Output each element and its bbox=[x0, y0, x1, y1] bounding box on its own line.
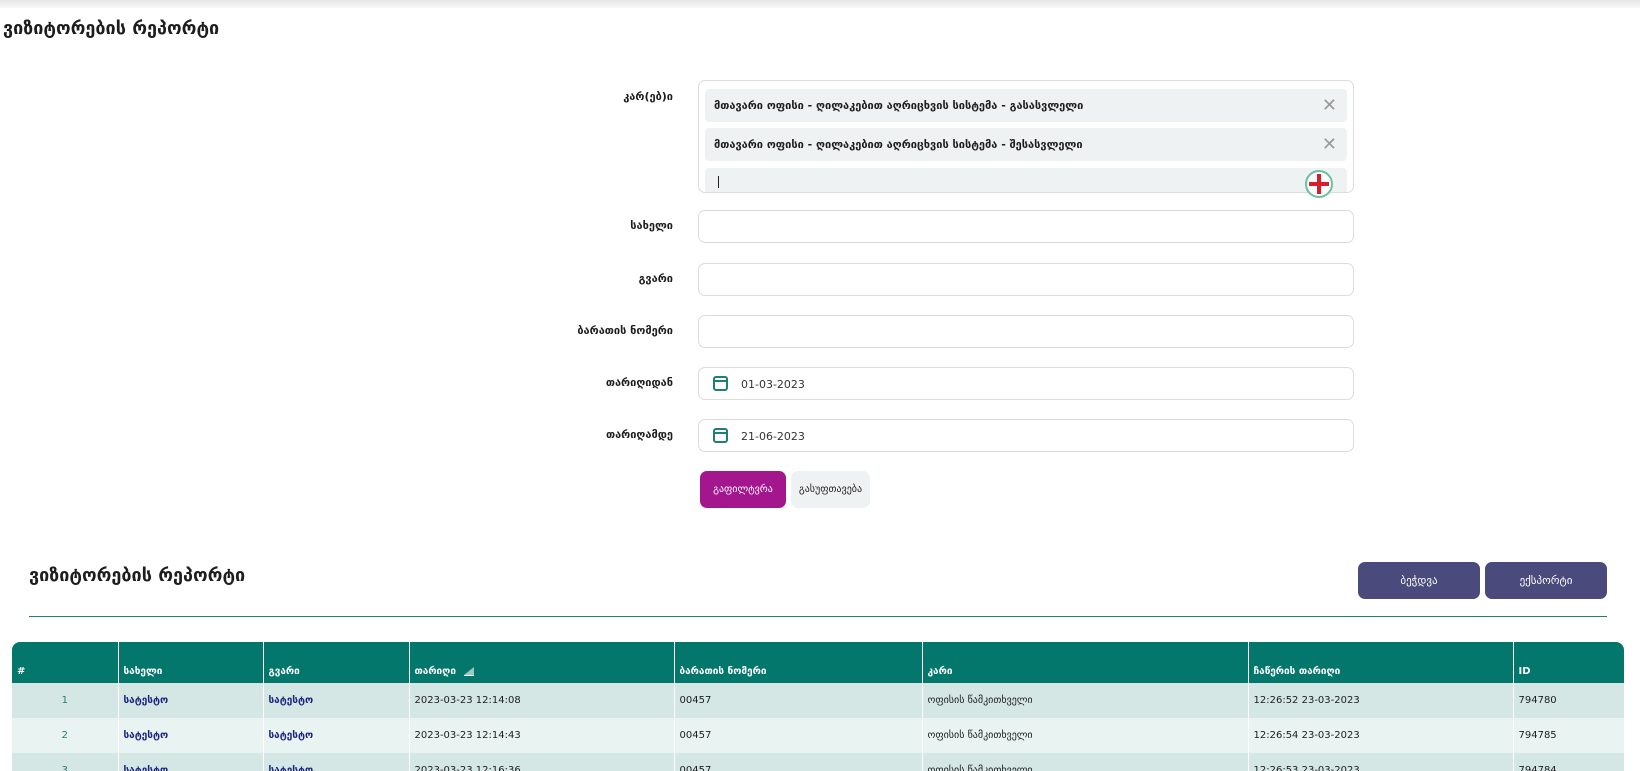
print-button[interactable]: ბეჭდვა bbox=[1358, 562, 1480, 599]
door-chip-label: მთავარი ოფისი - ღილაკებით აღრიცხვის სისტ… bbox=[714, 138, 1083, 151]
col-header-surname[interactable]: გვარი bbox=[263, 642, 410, 683]
cell-name-link[interactable]: სატესტო bbox=[118, 683, 264, 718]
card-number-input[interactable] bbox=[698, 315, 1354, 348]
section-divider bbox=[29, 616, 1607, 617]
date-from-value: 01-03-2023 bbox=[741, 378, 805, 391]
cell-door: ოფისის წამკითხველი bbox=[922, 753, 1249, 771]
cell-door: ოფისის წამკითხველი bbox=[922, 683, 1249, 718]
cell-card-number: 00457 bbox=[674, 718, 923, 753]
col-header-door[interactable]: კარი bbox=[922, 642, 1249, 683]
report-table: # სახელი გვარი თარიღი ბარათის ნომერი კარ… bbox=[12, 642, 1624, 771]
cell-index: 1 bbox=[12, 683, 119, 718]
cell-surname-link[interactable]: სატესტო bbox=[263, 718, 410, 753]
col-header-date-label: თარიღი bbox=[414, 666, 456, 677]
door-chip: მთავარი ოფისი - ღილაკებით აღრიცხვის სისტ… bbox=[705, 89, 1347, 122]
cell-record-date: 12:26:54 23-03-2023 bbox=[1248, 718, 1514, 753]
date-to-value: 21-06-2023 bbox=[741, 430, 805, 443]
sort-icon[interactable] bbox=[463, 666, 474, 676]
cell-surname-link[interactable]: სატესტო bbox=[263, 683, 410, 718]
cell-date: 2023-03-23 12:14:43 bbox=[409, 718, 675, 753]
cell-id: 794780 bbox=[1513, 683, 1624, 718]
page-title: ვიზიტორების რეპორტი bbox=[3, 18, 220, 39]
col-header-name[interactable]: სახელი bbox=[118, 642, 264, 683]
col-header-date[interactable]: თარიღი bbox=[409, 642, 675, 683]
name-input[interactable] bbox=[698, 210, 1354, 243]
cell-door: ოფისის წამკითხველი bbox=[922, 718, 1249, 753]
date-to-input[interactable]: 21-06-2023 bbox=[698, 419, 1354, 452]
table-row[interactable]: 3 სატესტო სატესტო 2023-03-23 12:16:36 00… bbox=[12, 753, 1624, 771]
calendar-icon[interactable] bbox=[713, 376, 728, 391]
col-header-record-date[interactable]: ჩაწერის თარიღი bbox=[1248, 642, 1514, 683]
calendar-icon[interactable] bbox=[713, 428, 728, 443]
cell-card-number: 00457 bbox=[674, 683, 923, 718]
report-title: ვიზიტორების რეპორტი bbox=[29, 565, 246, 586]
cell-date: 2023-03-23 12:16:36 bbox=[409, 753, 675, 771]
cell-name-link[interactable]: სატესტო bbox=[118, 718, 264, 753]
col-header-card-number[interactable]: ბარათის ნომერი bbox=[674, 642, 923, 683]
cell-name-link[interactable]: სატესტო bbox=[118, 753, 264, 771]
col-header-index: # bbox=[12, 642, 119, 683]
close-icon[interactable]: ✕ bbox=[1322, 89, 1337, 122]
export-button[interactable]: ექსპორტი bbox=[1485, 562, 1607, 599]
door-chip: მთავარი ოფისი - ღილაკებით აღრიცხვის სისტ… bbox=[705, 128, 1347, 161]
cell-card-number: 00457 bbox=[674, 753, 923, 771]
date-from-label: თარიღიდან bbox=[605, 376, 673, 389]
date-from-input[interactable]: 01-03-2023 bbox=[698, 367, 1354, 400]
cell-record-date: 12:26:53 23-03-2023 bbox=[1248, 753, 1514, 771]
surname-input[interactable] bbox=[698, 263, 1354, 296]
cell-id: 794784 bbox=[1513, 753, 1624, 771]
table-row[interactable]: 1 სატესტო სატესტო 2023-03-23 12:14:08 00… bbox=[12, 683, 1624, 718]
top-bar bbox=[0, 0, 1640, 8]
table-row[interactable]: 2 სატესტო სატესტო 2023-03-23 12:14:43 00… bbox=[12, 718, 1624, 753]
door-chip-label: მთავარი ოფისი - ღილაკებით აღრიცხვის სისტ… bbox=[714, 99, 1084, 112]
doors-multiselect[interactable]: მთავარი ოფისი - ღილაკებით აღრიცხვის სისტ… bbox=[698, 80, 1354, 193]
card-number-label: ბარათის ნომერი bbox=[577, 324, 673, 337]
col-header-id[interactable]: ID bbox=[1513, 642, 1624, 683]
cell-surname-link[interactable]: სატესტო bbox=[263, 753, 410, 771]
doors-label: კარ(ებ)ი bbox=[623, 90, 673, 103]
filter-button[interactable]: გაფილტვრა bbox=[700, 471, 786, 508]
reset-button[interactable]: გასუფთავება bbox=[791, 471, 870, 508]
close-icon[interactable]: ✕ bbox=[1322, 128, 1337, 161]
cell-index: 3 bbox=[12, 753, 119, 771]
text-caret bbox=[718, 176, 719, 188]
date-to-label: თარიღამდე bbox=[605, 428, 673, 441]
georgian-flag-icon[interactable] bbox=[1305, 170, 1333, 198]
name-label: სახელი bbox=[630, 219, 673, 232]
cell-date: 2023-03-23 12:14:08 bbox=[409, 683, 675, 718]
surname-label: გვარი bbox=[638, 272, 673, 285]
cell-record-date: 12:26:52 23-03-2023 bbox=[1248, 683, 1514, 718]
table-header-row: # სახელი გვარი თარიღი ბარათის ნომერი კარ… bbox=[12, 642, 1624, 683]
doors-search-input[interactable] bbox=[705, 168, 1347, 192]
cell-index: 2 bbox=[12, 718, 119, 753]
cell-id: 794785 bbox=[1513, 718, 1624, 753]
